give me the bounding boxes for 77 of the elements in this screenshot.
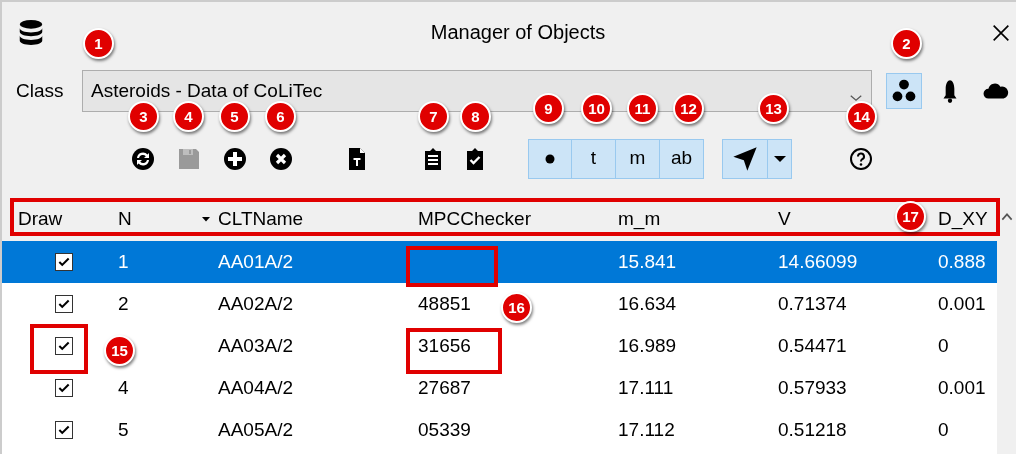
table-cell: 0.001 [938,292,986,314]
column-header[interactable]: m_m [618,204,661,234]
navigation-arrow-icon [731,144,759,173]
caret-down-icon [773,155,786,162]
checkbox[interactable] [55,421,73,439]
label-mode-button[interactable]: ab [660,138,704,179]
table-cell: AA02A/2 [218,292,293,314]
callout-badge: 4 [173,101,204,132]
callout-badge: 10 [581,93,612,124]
table-cell: 4 [118,376,129,398]
scrollbar[interactable] [997,197,1016,454]
label-mode-button[interactable]: t [572,138,616,179]
callout-badge: 11 [627,93,658,124]
checkbox[interactable] [55,379,73,397]
view-button[interactable] [886,73,922,109]
table-cell: 31656 [418,334,471,356]
column-header[interactable]: CLTName [218,204,304,234]
close-icon[interactable] [990,22,1012,44]
callout-badge: 8 [460,101,491,132]
column-header[interactable]: D_XY [938,204,988,234]
highlight-box [30,324,88,374]
table-cell: 0.71374 [778,292,847,314]
help-icon [849,146,873,171]
table-cell: 0.54471 [778,334,847,356]
check-icon [57,255,71,269]
three-dots-icon [891,78,917,104]
table-cell: 5 [118,418,129,440]
callout-badge: 14 [846,101,877,132]
column-header[interactable]: Draw [18,204,63,234]
table-cell: 15.841 [618,250,677,272]
column-header[interactable]: V [778,204,791,234]
checkbox[interactable] [55,295,73,313]
table-cell: AA04A/2 [218,376,293,398]
table-cell: 0.57933 [778,376,847,398]
callout-badge: 13 [758,93,789,124]
refresh-icon [131,146,155,171]
checkbox[interactable] [55,337,73,355]
table-cell: 17.112 [618,418,675,440]
dropdown-button[interactable] [768,138,792,179]
checkbox[interactable] [55,253,73,271]
table-cell: 16.634 [618,292,677,314]
table-cell: 27687 [418,376,471,398]
check-icon [57,339,71,353]
table-cell: 1 [118,250,129,272]
callout-badge: 2 [891,28,922,59]
callout-badge: 6 [265,101,296,132]
column-header[interactable]: N [118,204,132,234]
table-cell: 48851 [418,292,471,314]
table-cell: 0 [938,418,949,440]
table-cell: 0 [938,334,949,356]
table-cell: AA05A/2 [218,418,293,440]
callout-badge: 9 [533,93,564,124]
check-icon [57,381,71,395]
table-cell: AA01A/2 [218,250,293,272]
column-header[interactable]: MPCChecker [418,204,531,234]
callout-badge: 12 [673,93,704,124]
table-cell: 0.001 [938,376,986,398]
callout-badge: 5 [219,101,250,132]
check-icon [57,297,71,311]
plus-circle-icon [223,146,247,171]
table-cell: 0.51218 [778,418,847,440]
table-cell: 0.888 [938,250,986,272]
table-cell: 05339 [418,418,471,440]
close-circle-icon [269,146,293,171]
check-icon [57,423,71,437]
table-cell: 2 [118,292,129,314]
table-cell: 14.66099 [778,250,858,272]
callout-badge: 1 [83,28,114,59]
table-cell: 16.989 [618,334,677,356]
point-mode-button[interactable] [528,138,572,179]
callout-badge: 3 [128,101,159,132]
table-cell: AA03A/2 [218,334,293,356]
send-button[interactable] [722,138,768,179]
label-mode-button[interactable]: m [616,138,660,179]
table-cell: 17.111 [618,376,674,398]
class-label: Class [16,78,65,103]
callout-badge: 7 [418,101,449,132]
